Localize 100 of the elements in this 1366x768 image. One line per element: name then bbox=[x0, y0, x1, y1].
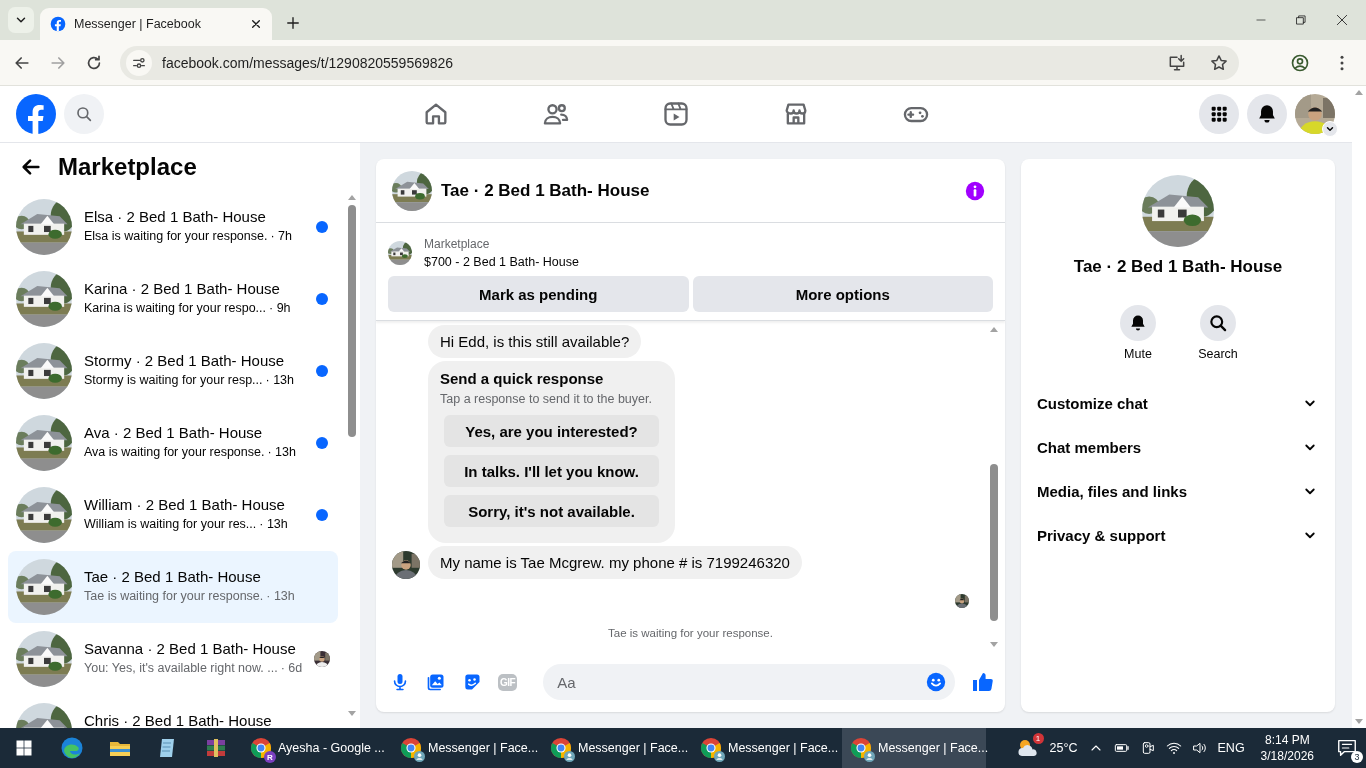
message-preview: William is waiting for your res... bbox=[84, 517, 257, 531]
thumbs-up-icon[interactable] bbox=[971, 670, 995, 694]
conversation-item[interactable]: Tae · 2 Bed 1 Bath- House Tae is waiting for your response. · 13h bbox=[8, 551, 338, 623]
message-time: · 7h bbox=[270, 229, 292, 243]
unread-dot bbox=[316, 437, 328, 449]
wifi-icon[interactable] bbox=[1165, 740, 1182, 756]
unread-dot bbox=[316, 221, 328, 233]
taskbar-app[interactable]: Messenger | Face... bbox=[392, 728, 536, 768]
conversation-title: Chris · 2 Bed 1 Bath- House bbox=[84, 712, 273, 728]
language-indicator[interactable]: ENG bbox=[1217, 741, 1245, 755]
archive-icon[interactable] bbox=[204, 736, 228, 760]
message-input[interactable]: Aa bbox=[555, 672, 925, 692]
taskbar-app[interactable]: R Ayesha - Google ... bbox=[242, 728, 386, 768]
status-text: Tae is waiting for your response. bbox=[607, 627, 774, 639]
browser-icon bbox=[250, 737, 272, 759]
quick-reply-button[interactable]: Sorry, it's not available. bbox=[444, 495, 659, 527]
new-tab-icon[interactable] bbox=[284, 14, 302, 32]
video-icon[interactable] bbox=[662, 100, 690, 128]
message-preview: Karina is waiting for your respo... bbox=[84, 301, 267, 315]
taskbar-app[interactable]: Messenger | Face... bbox=[692, 728, 836, 768]
quick-reply-button[interactable]: In talks. I'll let you know. bbox=[444, 455, 659, 487]
site-settings-button[interactable] bbox=[126, 49, 152, 76]
sticker-icon[interactable] bbox=[462, 672, 482, 692]
temperature: 25°C bbox=[1049, 741, 1078, 755]
search-icon bbox=[1208, 313, 1228, 333]
conversation-item[interactable]: Savanna · 2 Bed 1 Bath- House You: Yes, it's available right now. ... · 6d bbox=[8, 623, 338, 695]
section-header[interactable]: Customize chat bbox=[1029, 381, 1327, 425]
unread-dot bbox=[316, 293, 328, 305]
edge-icon[interactable] bbox=[60, 736, 84, 760]
message-time: · 9h bbox=[269, 301, 291, 315]
search-button[interactable] bbox=[1200, 305, 1236, 341]
taskbar-app[interactable]: Messenger | Face... bbox=[842, 728, 986, 768]
notifications-button[interactable] bbox=[1247, 94, 1287, 134]
emoji-icon[interactable] bbox=[925, 671, 947, 693]
conversation-title: William · 2 Bed 1 Bath- House bbox=[84, 496, 286, 513]
conversation-title: Tae · 2 Bed 1 Bath- House bbox=[84, 568, 262, 585]
message-time: · 13h bbox=[266, 589, 295, 603]
notification-count: 3 bbox=[1351, 751, 1363, 763]
profile-badge: R bbox=[264, 751, 276, 763]
browser-tab[interactable]: Messenger | Facebook bbox=[40, 8, 272, 40]
conversation-item[interactable]: Stormy · 2 Bed 1 Bath- House Stormy is waiting for your resp... · 13h bbox=[8, 335, 338, 407]
message-time: · 13h bbox=[265, 373, 295, 387]
section-header[interactable]: Chat members bbox=[1029, 425, 1327, 469]
button-label: Search bbox=[1198, 347, 1238, 361]
close-icon[interactable] bbox=[1334, 12, 1350, 28]
listing-label: Marketplace bbox=[424, 237, 491, 251]
taskbar-app[interactable]: Messenger | Face... bbox=[542, 728, 686, 768]
back-icon[interactable] bbox=[20, 156, 42, 178]
conversation-item[interactable]: William · 2 Bed 1 Bath- House William is waiting for your res... · 13h bbox=[8, 479, 338, 551]
message-time: · 13h bbox=[267, 445, 296, 459]
card-subtitle: Tap a response to send it to the buyer. bbox=[440, 392, 653, 406]
unread-dot bbox=[316, 365, 328, 377]
message-preview: Elsa is waiting for your response. bbox=[84, 229, 268, 243]
message-time: · 13h bbox=[259, 517, 288, 531]
address-bar[interactable]: facebook.com/messages/t/1290820559569826 bbox=[120, 45, 1239, 80]
message-preview: Tae is waiting for your response. bbox=[84, 589, 264, 603]
star-icon[interactable] bbox=[1209, 52, 1229, 73]
action-button[interactable]: Mark as pending bbox=[388, 276, 689, 312]
action-button[interactable]: More options bbox=[692, 276, 993, 312]
unread-dot bbox=[316, 509, 328, 521]
conversation-item[interactable]: Elsa · 2 Bed 1 Bath- House Elsa is waiting for your response. · 7h bbox=[8, 191, 338, 263]
message-bubble: My name is Tae Mcgrew. my phone # is 7199246320 bbox=[428, 546, 802, 579]
clock[interactable]: 8:14 PM 3/18/2026 bbox=[1260, 732, 1314, 764]
menu-button[interactable] bbox=[1199, 94, 1239, 134]
contact-name: Tae · 2 Bed 1 Bath- House bbox=[1073, 257, 1283, 277]
message-preview: You: Yes, it's available right now. ... bbox=[84, 661, 278, 675]
person-badge-icon bbox=[714, 751, 725, 762]
install-icon[interactable] bbox=[1167, 52, 1187, 73]
conversation-title: Savanna · 2 Bed 1 Bath- House bbox=[84, 640, 297, 657]
mute-button[interactable] bbox=[1120, 305, 1156, 341]
facebook-logo-icon[interactable] bbox=[16, 94, 56, 134]
account-menu-button[interactable] bbox=[1322, 121, 1338, 137]
tab-search-button[interactable] bbox=[8, 7, 34, 33]
bell-icon bbox=[1256, 103, 1278, 125]
button-label: Mute bbox=[1124, 347, 1152, 361]
conversation-title: Ava · 2 Bed 1 Bath- House bbox=[84, 424, 264, 441]
conversation-item[interactable]: Ava · 2 Bed 1 Bath- House Ava is waiting for your response. · 13h bbox=[8, 407, 338, 479]
notification-icon[interactable] bbox=[1336, 737, 1358, 759]
volume-icon[interactable] bbox=[1191, 740, 1208, 756]
section-header[interactable]: Media, files and links bbox=[1029, 469, 1327, 513]
restore-icon[interactable] bbox=[1294, 13, 1308, 27]
photo-icon[interactable] bbox=[426, 672, 446, 692]
person-badge-icon bbox=[864, 751, 875, 762]
quick-reply-button[interactable]: Yes, are you interested? bbox=[444, 415, 659, 447]
section-header[interactable]: Privacy & support bbox=[1029, 513, 1327, 557]
search-icon bbox=[75, 105, 93, 123]
start-icon[interactable] bbox=[15, 739, 33, 757]
weather-badge: 1 bbox=[1032, 733, 1044, 744]
message-field[interactable]: Aa bbox=[543, 664, 955, 700]
panel-title: Marketplace bbox=[58, 153, 197, 181]
message-time: · 6d bbox=[280, 661, 303, 675]
profile-icon[interactable] bbox=[1290, 52, 1310, 73]
info-icon[interactable] bbox=[965, 180, 985, 201]
person-badge-icon bbox=[414, 751, 425, 762]
conversation-item[interactable]: Karina · 2 Bed 1 Bath- House Karina is waiting for your respo... · 9h bbox=[8, 263, 338, 335]
listing-title: $700 - 2 Bed 1 Bath- House bbox=[424, 255, 579, 269]
message-preview: Stormy is waiting for your resp... bbox=[84, 373, 263, 387]
card-title: Send a quick response bbox=[440, 370, 605, 387]
favicon-icon bbox=[50, 16, 66, 32]
conversation-title: Stormy · 2 Bed 1 Bath- House bbox=[84, 352, 286, 369]
